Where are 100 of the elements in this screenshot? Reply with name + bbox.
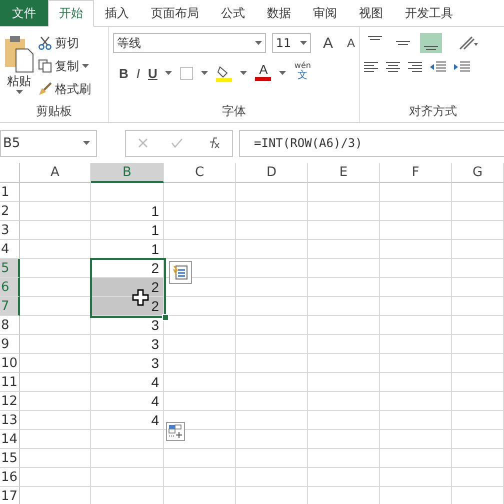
quick-analysis-icon[interactable]	[169, 261, 192, 284]
paste-button[interactable]: 粘贴	[7, 73, 31, 90]
row-header[interactable]: 3	[0, 221, 20, 240]
table-cell	[164, 183, 236, 202]
column-header[interactable]: A	[20, 163, 91, 183]
table-cell	[452, 392, 504, 411]
table-cell	[164, 202, 236, 221]
table-cell	[164, 316, 236, 335]
row-header[interactable]: 13	[0, 411, 20, 430]
column-header[interactable]: D	[236, 163, 308, 183]
table-cell	[236, 221, 308, 240]
table-cell	[20, 449, 91, 468]
group-label: 字体	[221, 103, 247, 120]
column-header[interactable]: G	[452, 163, 504, 183]
table-cell	[380, 240, 452, 259]
row-header[interactable]: 4	[0, 240, 20, 259]
table-cell	[308, 449, 380, 468]
table-cell	[452, 297, 504, 316]
table-cell	[236, 411, 308, 430]
row-header[interactable]: 2	[0, 202, 20, 221]
check-icon[interactable]	[170, 138, 183, 148]
table-cell	[20, 392, 91, 411]
column-header[interactable]: B	[91, 163, 164, 183]
table-cell	[236, 392, 308, 411]
row-header[interactable]: 1	[0, 183, 20, 202]
table-cell	[164, 392, 236, 411]
table-cell	[452, 202, 504, 221]
table-cell	[308, 297, 380, 316]
caret-icon	[279, 71, 286, 75]
table-cell	[20, 468, 91, 487]
table-cell	[308, 468, 380, 487]
copy-button[interactable]: 复制	[38, 56, 91, 76]
format-painter-button[interactable]: 格式刷	[38, 79, 91, 99]
formula-field[interactable]: =INT(ROW(A6)/3)	[239, 130, 504, 156]
file-menu[interactable]: 文件	[0, 0, 48, 26]
align-icon	[424, 46, 438, 50]
table-cell	[236, 259, 308, 278]
paste-icon[interactable]	[4, 33, 34, 73]
table-cell	[236, 449, 308, 468]
font-color-button[interactable]: A	[255, 63, 272, 83]
row-header[interactable]: 6	[0, 278, 20, 297]
table-cell	[380, 392, 452, 411]
column-header[interactable]: F	[380, 163, 452, 183]
table-cell	[164, 221, 236, 240]
row-header[interactable]: 12	[0, 392, 20, 411]
row-header[interactable]: 17	[0, 487, 20, 504]
auto-fill-options-icon[interactable]	[166, 422, 185, 441]
table-cell	[380, 183, 452, 202]
table-cell	[236, 354, 308, 373]
caret-icon	[254, 41, 262, 45]
fill-handle[interactable]	[162, 314, 169, 321]
table-cell	[236, 240, 308, 259]
table-cell	[236, 202, 308, 221]
table-cell: 1	[91, 202, 164, 221]
font-name-dropdown[interactable]: 等线	[113, 33, 266, 53]
align-icon	[408, 62, 422, 72]
row-header[interactable]: 15	[0, 449, 20, 468]
orientation-icon[interactable]	[458, 35, 480, 51]
table-cell	[308, 221, 380, 240]
italic-button[interactable]: I	[136, 63, 140, 83]
row-header[interactable]: 5	[0, 259, 20, 278]
column-header[interactable]: C	[164, 163, 236, 183]
ribbon-tab[interactable]: 开始	[48, 0, 94, 27]
fill-color-icon[interactable]	[216, 64, 232, 82]
name-box[interactable]: B5	[0, 130, 97, 156]
shrink-font-button[interactable]: A	[346, 33, 355, 53]
vertical-align-button[interactable]	[420, 33, 442, 53]
table-cell	[20, 430, 91, 449]
align-icon	[368, 36, 382, 40]
row-header[interactable]: 11	[0, 373, 20, 392]
grow-font-button[interactable]: A	[322, 33, 333, 53]
scissors-icon	[38, 36, 52, 50]
column-header[interactable]: E	[308, 163, 380, 183]
underline-button[interactable]: U	[148, 63, 158, 83]
color-bar-icon	[255, 77, 272, 81]
row-header[interactable]: 16	[0, 468, 20, 487]
row-header[interactable]: 8	[0, 316, 20, 335]
row-header[interactable]: 14	[0, 430, 20, 449]
table-cell	[452, 335, 504, 354]
row-header[interactable]: 7	[0, 297, 20, 316]
table-cell	[380, 449, 452, 468]
phonetic-button[interactable]: wén 文	[294, 61, 311, 85]
table-cell	[20, 373, 91, 392]
row-header[interactable]: 9	[0, 335, 20, 354]
row-header[interactable]: 10	[0, 354, 20, 373]
table-cell	[380, 373, 452, 392]
table-cell	[380, 354, 452, 373]
decrease-indent-icon[interactable]	[430, 61, 446, 73]
font-size-dropdown[interactable]: 11	[272, 33, 311, 53]
table-cell	[452, 411, 504, 430]
table-cell	[452, 468, 504, 487]
cut-button[interactable]: 剪切	[38, 33, 91, 53]
table-cell	[20, 335, 91, 354]
bold-button[interactable]: B	[119, 63, 128, 83]
increase-indent-icon[interactable]	[454, 61, 470, 73]
table-cell	[380, 335, 452, 354]
border-icon[interactable]	[180, 66, 194, 80]
table-cell	[452, 278, 504, 297]
table-cell: 2	[91, 259, 164, 278]
table-cell	[308, 335, 380, 354]
